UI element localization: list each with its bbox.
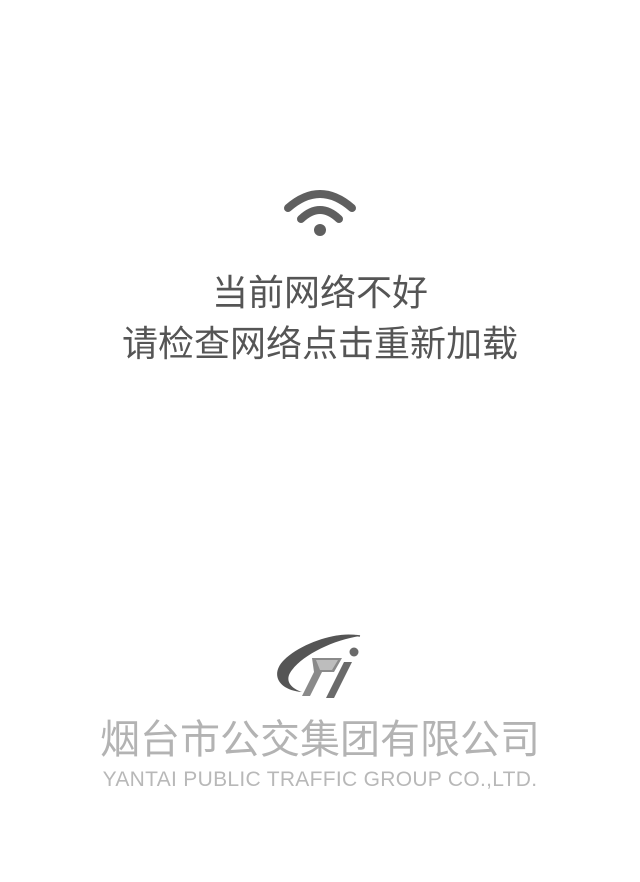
- company-logo: [277, 634, 361, 698]
- reload-instruction[interactable]: 请检查网络点击重新加载: [0, 321, 640, 369]
- wifi-icon[interactable]: [282, 186, 358, 242]
- company-name-cn: 烟台市公交集团有限公司: [100, 717, 540, 763]
- network-error-title: 当前网络不好: [211, 273, 428, 314]
- company-name-en: YANTAI PUBLIC TRAFFIC GROUP CO.,LTD.: [102, 768, 538, 791]
